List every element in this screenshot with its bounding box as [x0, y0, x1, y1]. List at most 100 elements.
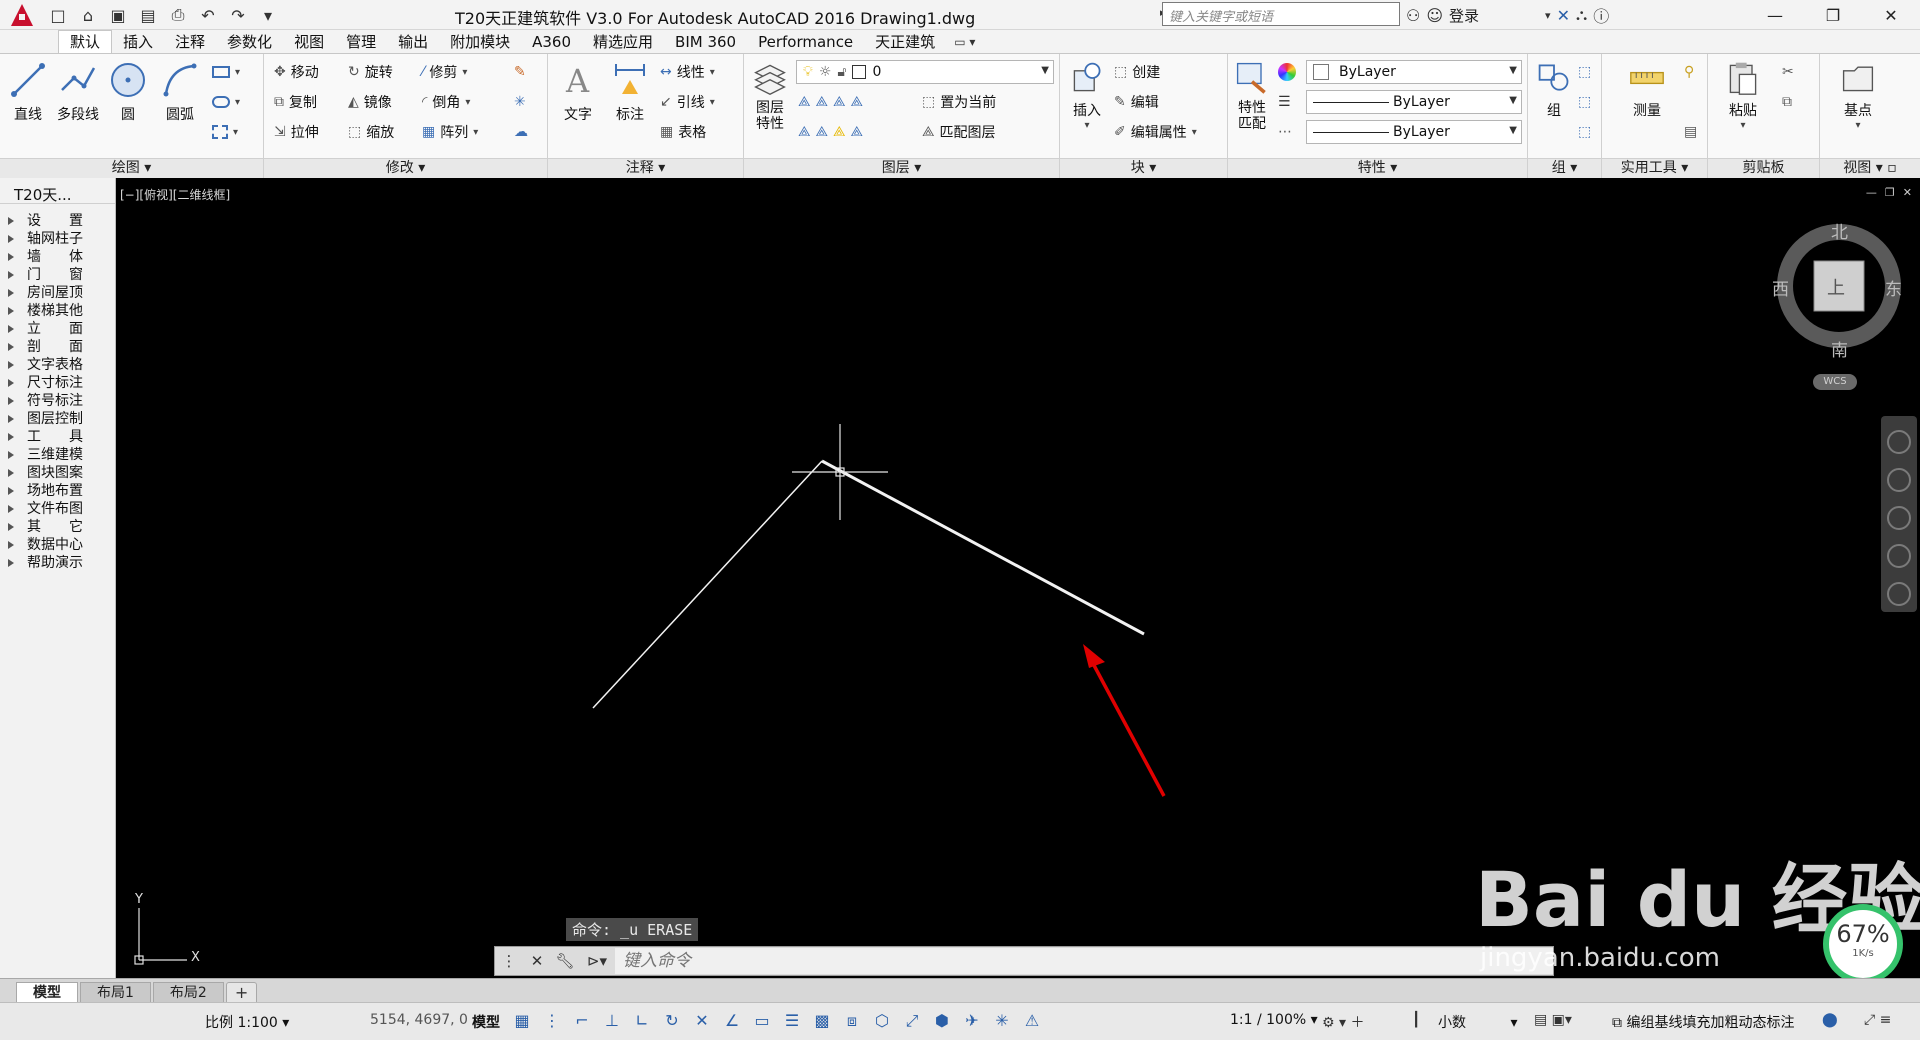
explode-button[interactable]: ✳	[514, 90, 526, 114]
command-grip-icon[interactable]: ⋮	[495, 947, 523, 975]
rotate-button[interactable]: ↻ 旋转	[348, 60, 393, 84]
palette-item[interactable]: 房间屋顶	[0, 284, 115, 302]
tab-layout1[interactable]: 布局1	[80, 982, 151, 1002]
panel-view-title[interactable]: 视图 ▾ ▫	[1820, 158, 1920, 178]
panel-modify-title[interactable]: 修改 ▾	[264, 158, 547, 178]
layer-select[interactable]: 💡︎ ☼ 🔓︎ 0 ▼	[796, 60, 1054, 84]
base-view-button[interactable]: 基点 ▾	[1832, 60, 1884, 131]
tab-featured-apps[interactable]: 精选应用	[582, 31, 664, 53]
wcs-menu[interactable]: WCS	[1813, 374, 1857, 390]
tab-bim360[interactable]: BIM 360	[664, 31, 747, 53]
boundary-button[interactable]: ▾	[212, 120, 238, 144]
tab-insert[interactable]: 插入	[112, 31, 164, 53]
group-button[interactable]: 组	[1532, 60, 1576, 120]
palette-item[interactable]: 图块图案	[0, 464, 115, 482]
table-button[interactable]: ▦ 表格	[660, 120, 706, 144]
stretch-button[interactable]: ⇲ 拉伸	[274, 120, 319, 144]
drawn-line-left[interactable]	[592, 460, 823, 709]
compass-west[interactable]: 西	[1772, 275, 1789, 300]
save-as-icon[interactable]: ▤	[136, 4, 160, 26]
ortho-icon[interactable]: ∟	[632, 1011, 652, 1031]
search-input[interactable]: 键入关键字或短语	[1162, 2, 1400, 26]
workspace-gear-icon[interactable]: ⚙ ▾ ＋	[1322, 1012, 1364, 1032]
customize-qat-icon[interactable]: ▾	[256, 4, 280, 26]
clean-screen-icon[interactable]: ⤢ ≡	[1864, 1012, 1891, 1028]
tab-annotate[interactable]: 注释	[164, 31, 216, 53]
login-button[interactable]: 登录	[1449, 5, 1479, 26]
panel-groups-title[interactable]: 组 ▾	[1528, 158, 1601, 178]
annotation-visibility-icon[interactable]: ✈	[962, 1011, 982, 1031]
ribbon-minimize-icon[interactable]: ▭ ▾	[954, 31, 975, 53]
panel-layers-title[interactable]: 图层 ▾	[744, 158, 1059, 178]
command-settings-icon[interactable]: 🔧︎	[551, 947, 579, 975]
lineweight-select[interactable]: ByLayer ▼	[1306, 120, 1522, 144]
drawing-area[interactable]: [−][俯视][二维线框] — ❐ ✕ 北 南 东 西 上 WCS Y X 命令…	[117, 178, 1920, 978]
move-button[interactable]: ✥ 移动	[274, 60, 319, 84]
tab-parametric[interactable]: 参数化	[216, 31, 283, 53]
steering-wheel-icon[interactable]	[1887, 430, 1911, 454]
erase-button[interactable]: ✎	[514, 60, 526, 84]
units-select[interactable]: 小数 ▾	[1438, 1012, 1517, 1032]
palette-item[interactable]: 符号标注	[0, 392, 115, 410]
color-wheel-button[interactable]	[1278, 60, 1296, 84]
lineweight-toggle-icon[interactable]: ☰	[782, 1011, 802, 1031]
linetype-button[interactable]: ⋯	[1278, 120, 1292, 144]
tab-performance[interactable]: Performance	[747, 31, 864, 53]
compass-east[interactable]: 东	[1885, 275, 1902, 300]
status-tools-icon[interactable]: ▤ ▣▾	[1534, 1012, 1572, 1028]
edit-block-button[interactable]: ✎ 编辑	[1114, 90, 1159, 114]
palette-item[interactable]: 帮助演示	[0, 554, 115, 572]
fillet-button[interactable]: ◜ 倒角 ▾	[422, 90, 470, 114]
color-select[interactable]: ByLayer ▼	[1306, 60, 1522, 84]
new-file-icon[interactable]: □	[46, 4, 70, 26]
command-prompt-icon[interactable]: ⊳▾	[579, 947, 615, 975]
login-dropdown-icon[interactable]: ▾	[1545, 9, 1551, 22]
match-layer-button[interactable]: ⟁ 匹配图层	[922, 120, 996, 144]
layer-tool-2[interactable]: ⟁ ⟁ ⟁ ⟁	[798, 120, 863, 144]
auto-scale-icon[interactable]: ✳	[992, 1011, 1012, 1031]
group-select-button[interactable]: ⬚	[1578, 120, 1591, 144]
leader-button[interactable]: ↙ 引线 ▾	[660, 90, 715, 114]
tab-model[interactable]: 模型	[16, 982, 78, 1002]
3d-osnap-icon[interactable]: ⬡	[872, 1011, 892, 1031]
scale-button[interactable]: ⬚ 缩放	[348, 120, 394, 144]
save-icon[interactable]: ▣	[106, 4, 130, 26]
tab-tianzheng[interactable]: 天正建筑	[864, 31, 946, 53]
palette-item[interactable]: 文字表格	[0, 356, 115, 374]
layer-properties-button[interactable]: 图层 特性	[748, 60, 792, 132]
compass-north[interactable]: 北	[1831, 218, 1848, 243]
palette-item[interactable]: 门 窗	[0, 266, 115, 284]
annotation-scale-icon[interactable]: ⚠	[1022, 1011, 1042, 1031]
create-block-button[interactable]: ⬚ 创建	[1114, 60, 1160, 84]
copy-button[interactable]: ⧉ 复制	[274, 90, 317, 114]
minimize-icon[interactable]: —	[1746, 0, 1804, 30]
trim-button[interactable]: ⁄ 修剪 ▾	[422, 60, 467, 84]
lineweight-button[interactable]: ☰	[1278, 90, 1291, 114]
binoculars-icon[interactable]: ⚇	[1406, 6, 1420, 25]
palette-item[interactable]: 图层控制	[0, 410, 115, 428]
arc-button[interactable]: 圆弧	[154, 60, 206, 124]
tab-view[interactable]: 视图	[283, 31, 335, 53]
cut-button[interactable]: ✂	[1782, 60, 1794, 84]
compass-south[interactable]: 南	[1831, 336, 1848, 361]
text-button[interactable]: A 文字	[552, 60, 604, 124]
line-button[interactable]: 直线	[2, 60, 54, 124]
panel-annotation-title[interactable]: 注释 ▾	[548, 158, 743, 178]
palette-item[interactable]: 楼梯其他	[0, 302, 115, 320]
tab-a360[interactable]: A360	[521, 31, 582, 53]
dynamic-input-icon[interactable]: ⤢	[902, 1011, 922, 1031]
application-menu-button[interactable]	[4, 2, 40, 28]
print-icon[interactable]: ⎙	[166, 4, 190, 26]
palette-item[interactable]: 文件布图	[0, 500, 115, 518]
panel-utilities-title[interactable]: 实用工具 ▾	[1602, 158, 1707, 178]
quick-select-button[interactable]: ⚲	[1684, 60, 1694, 84]
a360-icon[interactable]: ⛬	[1576, 5, 1587, 25]
drawn-line-right[interactable]	[821, 459, 1145, 636]
viewcube-top-face[interactable]: 上	[1827, 274, 1845, 300]
hatch-button[interactable]: ▾	[212, 90, 240, 114]
exchange-apps-icon[interactable]: ✕	[1557, 6, 1570, 25]
model-space-button[interactable]: 模型	[472, 1012, 500, 1032]
selection-cycling-icon[interactable]: ⧈	[842, 1011, 862, 1031]
osnap-track-icon[interactable]: ∠	[722, 1011, 742, 1031]
add-layout-icon[interactable]: +	[225, 982, 258, 1002]
